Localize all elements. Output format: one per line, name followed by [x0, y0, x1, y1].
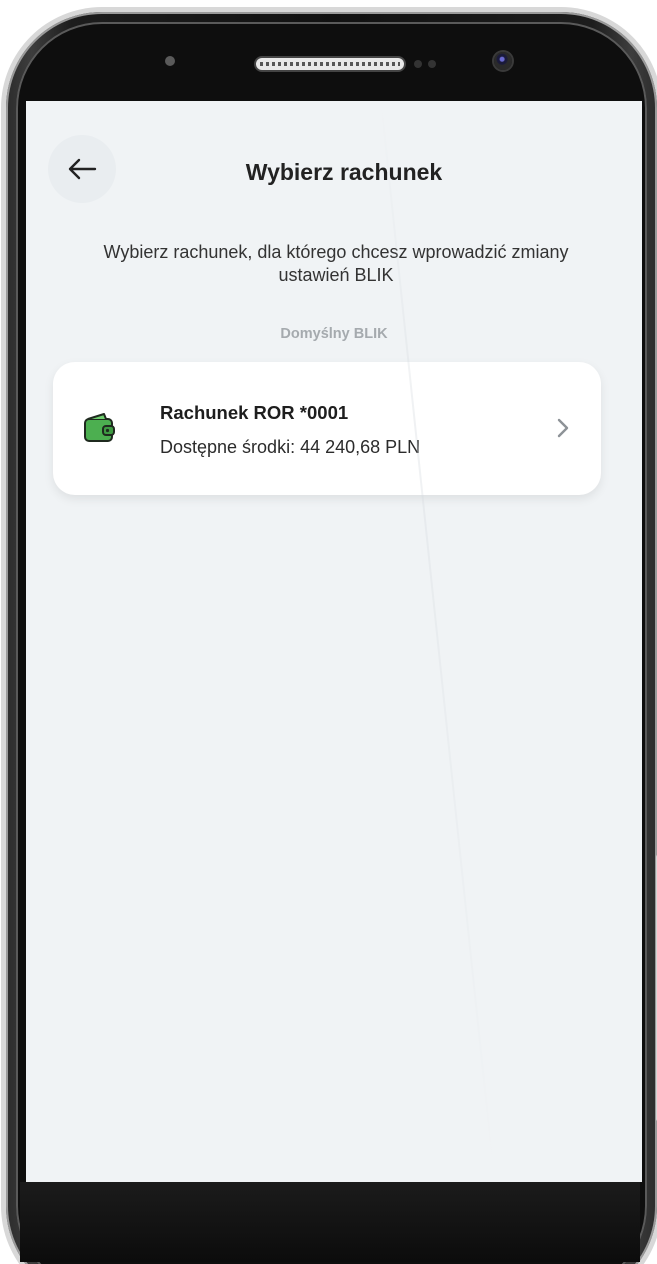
front-camera [494, 52, 512, 70]
top-navigation: Wybierz rachunek [26, 101, 642, 241]
account-name: Rachunek ROR *0001 [160, 402, 349, 423]
chevron-right-icon [557, 418, 569, 438]
wallet-icon [84, 413, 115, 442]
speaker-dot [414, 60, 422, 68]
account-card[interactable]: Rachunek ROR *0001 Dostępne środki: 44 2… [53, 362, 601, 495]
speaker-dot [428, 60, 436, 68]
sensor-dot [165, 56, 175, 66]
section-label: Domyślny BLIK [280, 326, 388, 342]
instruction-text: Wybierz rachunek, dla którego chcesz wpr… [103, 242, 569, 285]
phone-bottom-bezel [20, 1182, 640, 1262]
account-balance: Dostępne środki: 44 240,68 PLN [160, 437, 421, 457]
screenshot-stage: Wybierz rachunek Wybierz rachunek, dla k… [0, 0, 657, 1264]
earpiece-speaker [256, 58, 404, 70]
page-title: Wybierz rachunek [245, 159, 443, 185]
app-screen: Wybierz rachunek Wybierz rachunek, dla k… [26, 101, 642, 1182]
